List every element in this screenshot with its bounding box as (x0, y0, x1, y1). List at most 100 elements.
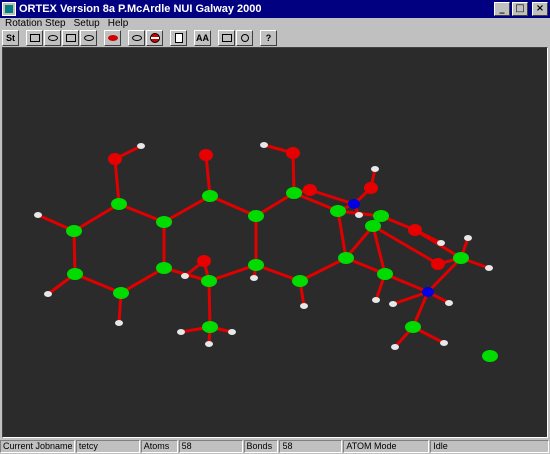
bond (207, 280, 212, 328)
document-icon (174, 32, 183, 43)
hydrogen-atom[interactable] (228, 329, 236, 335)
oxygen-atom[interactable] (303, 184, 317, 196)
carbon-atom[interactable] (453, 252, 469, 264)
carbon-atom[interactable] (156, 216, 172, 228)
bond (372, 224, 439, 266)
packing-view-button[interactable] (62, 29, 79, 46)
minimize-button[interactable]: _ (494, 2, 510, 16)
hydrogen-atom[interactable] (34, 212, 42, 218)
hydrogen-atom[interactable] (250, 275, 258, 281)
bond (163, 194, 211, 224)
carbon-atom[interactable] (330, 205, 346, 217)
carbon-atom[interactable] (113, 287, 129, 299)
hydrogen-atom[interactable] (260, 142, 268, 148)
hydrogen-atom[interactable] (485, 265, 493, 271)
status-state: Idle (430, 440, 549, 453)
oxygen-atom[interactable] (108, 153, 122, 165)
red-ellipsoid-icon (107, 34, 118, 41)
st-button[interactable]: St (2, 29, 19, 46)
carbon-atom[interactable] (338, 252, 354, 264)
bond (204, 154, 212, 197)
molecule-viewport[interactable] (2, 47, 548, 438)
hydrogen-atom[interactable] (437, 240, 445, 246)
hydrogen-atom[interactable] (464, 235, 472, 241)
hydrogen-atom[interactable] (115, 320, 123, 326)
bond (72, 230, 77, 275)
oxygen-atom[interactable] (286, 147, 300, 159)
oxygen-atom[interactable] (197, 255, 211, 267)
hydrogen-atom[interactable] (371, 166, 379, 172)
hydrogen-atom[interactable] (391, 344, 399, 350)
status-jobname-label: Current Jobname (0, 440, 75, 453)
carbon-atom[interactable] (156, 262, 172, 274)
status-atoms-label: Atoms (140, 440, 178, 453)
carbon-atom[interactable] (201, 275, 217, 287)
status-bonds-label: Bonds (243, 440, 279, 453)
menu-help[interactable]: Help (108, 18, 129, 29)
nitrogen-atom[interactable] (422, 287, 434, 297)
carbon-atom[interactable] (111, 198, 127, 210)
carbon-atom[interactable] (482, 350, 498, 362)
oxygen-atom[interactable] (364, 182, 378, 194)
app-window: ORTEX Version 8a P.McArdle NUI Galway 20… (0, 0, 550, 454)
carbon-atom[interactable] (202, 190, 218, 202)
bond (113, 158, 121, 205)
hydrogen-atom[interactable] (355, 212, 363, 218)
bond (336, 210, 348, 259)
carbon-atom[interactable] (248, 210, 264, 222)
carbon-atom[interactable] (365, 220, 381, 232)
ellipsoid-icon (47, 34, 58, 41)
bond (291, 152, 296, 194)
hydrogen-atom[interactable] (44, 291, 52, 297)
status-jobname-value: tetcy (75, 440, 140, 453)
carbon-atom[interactable] (405, 321, 421, 333)
stop-icon (149, 32, 160, 43)
hydrogen-atom[interactable] (372, 297, 380, 303)
stop-button[interactable] (146, 29, 163, 46)
maximize-button[interactable]: □ (512, 2, 528, 16)
hydrogen-atom[interactable] (389, 301, 397, 307)
title-bar[interactable]: ORTEX Version 8a P.McArdle NUI Galway 20… (0, 0, 550, 18)
hydrogen-atom[interactable] (205, 341, 213, 347)
oxygen-atom[interactable] (431, 258, 445, 270)
oxygen-atom[interactable] (408, 224, 422, 236)
bond (299, 256, 347, 283)
menu-setup[interactable]: Setup (74, 18, 100, 29)
hydrogen-atom[interactable] (177, 329, 185, 335)
outline-oval-icon (83, 34, 94, 41)
hydrogen-atom[interactable] (300, 303, 308, 309)
carbon-atom[interactable] (67, 268, 83, 280)
rotate-icon (131, 34, 142, 41)
hydrogen-atom[interactable] (440, 340, 448, 346)
carbon-atom[interactable] (292, 275, 308, 287)
aa-button[interactable]: AA (194, 29, 211, 46)
carbon-atom[interactable] (377, 268, 393, 280)
ellipsoid-view-button[interactable] (44, 29, 61, 46)
color-ellipsoid-button[interactable] (104, 29, 121, 46)
help-button[interactable]: ? (260, 29, 277, 46)
rotate-button[interactable] (128, 29, 145, 46)
toolbar: St AA ? (0, 29, 550, 46)
outline-view-button[interactable] (80, 29, 97, 46)
print-button[interactable] (218, 29, 235, 46)
bond (120, 266, 165, 295)
molecule-drawing[interactable] (3, 48, 547, 437)
hydrogen-atom[interactable] (445, 300, 453, 306)
menu-rotation-step[interactable]: Rotation Step (5, 18, 66, 29)
document-button[interactable] (170, 29, 187, 46)
carbon-atom[interactable] (286, 187, 302, 199)
oxygen-atom[interactable] (199, 149, 213, 161)
app-icon[interactable] (2, 2, 16, 16)
carbon-atom[interactable] (248, 259, 264, 271)
hydrogen-atom[interactable] (137, 143, 145, 149)
carbon-atom[interactable] (373, 210, 389, 222)
zoom-button[interactable] (236, 29, 253, 46)
carbon-atom[interactable] (202, 321, 218, 333)
close-button[interactable]: × (532, 2, 548, 16)
molecule-view-button[interactable] (26, 29, 43, 46)
nitrogen-atom[interactable] (348, 199, 360, 209)
carbon-atom[interactable] (66, 225, 82, 237)
magnifier-icon (240, 33, 249, 42)
packing-icon (65, 33, 76, 42)
hydrogen-atom[interactable] (181, 273, 189, 279)
